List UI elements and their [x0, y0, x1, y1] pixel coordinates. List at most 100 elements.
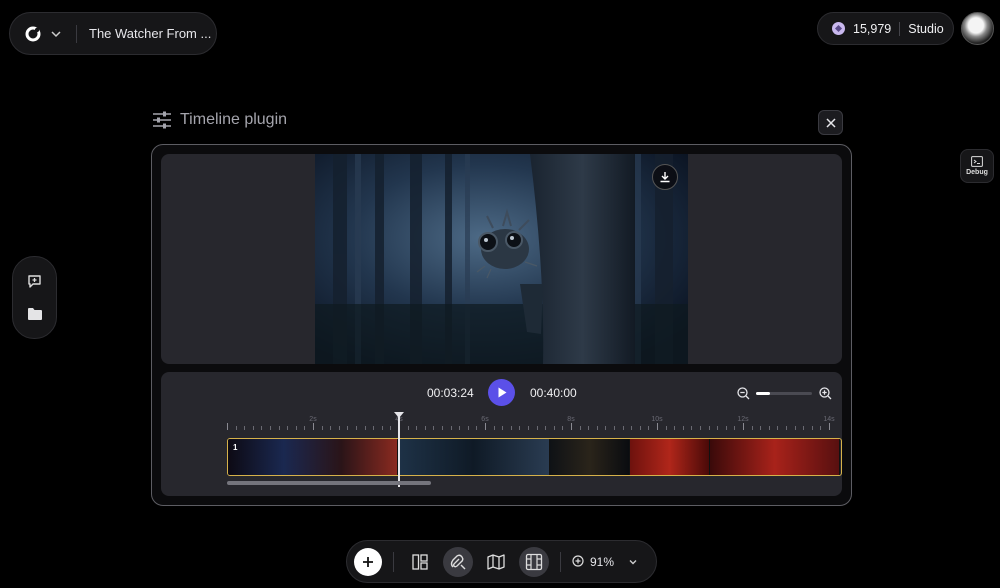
comment-add-icon: [28, 275, 41, 288]
ruler-tick: [390, 426, 392, 430]
terminal-icon: [971, 156, 983, 167]
debug-label: Debug: [966, 169, 988, 176]
ruler-label: 2s: [309, 416, 317, 423]
ruler-tick: [743, 423, 744, 430]
ruler-tick: [347, 426, 349, 430]
chevron-down-icon[interactable]: [628, 557, 638, 567]
ruler-tick: [708, 426, 710, 430]
ruler-tick: [700, 426, 701, 430]
chevron-down-icon[interactable]: [50, 28, 62, 40]
credits-badge[interactable]: 15,979 Studio: [817, 12, 954, 45]
ruler-tick: [665, 426, 667, 430]
track-clip[interactable]: [398, 439, 550, 475]
ruler-tick: [252, 426, 254, 430]
ruler-tick: [786, 426, 787, 430]
ruler-tick: [270, 426, 271, 430]
ruler-tick: [356, 426, 357, 430]
plus-icon: [363, 556, 373, 567]
download-button[interactable]: [652, 164, 678, 190]
assets-folder-tool[interactable]: [25, 304, 45, 324]
ruler-tick: [295, 426, 297, 430]
ruler-tick: [338, 426, 340, 430]
ruler-tick: [261, 426, 263, 430]
ruler-tick: [579, 426, 581, 430]
zoom-in-icon[interactable]: [819, 387, 832, 400]
ruler-tick: [424, 426, 426, 430]
map-button[interactable]: [481, 547, 511, 577]
ruler-tick: [768, 426, 770, 430]
ruler-tick: [639, 426, 641, 430]
ruler-tick: [321, 426, 323, 430]
ruler-tick: [278, 426, 280, 430]
ruler-tick: [820, 426, 822, 430]
ruler-tick: [725, 426, 727, 430]
track-clip[interactable]: [710, 439, 840, 475]
play-icon: [498, 387, 506, 398]
ruler-tick: [829, 423, 830, 430]
layout-grid-icon: [412, 553, 428, 570]
project-menu[interactable]: The Watcher From ...: [9, 12, 217, 55]
current-time: 00:03:24: [427, 386, 474, 400]
ruler-tick: [717, 426, 719, 430]
folder-icon: [27, 307, 42, 320]
playhead[interactable]: [394, 412, 404, 487]
video-frame[interactable]: [315, 154, 688, 364]
ruler-tick: [235, 426, 237, 430]
ruler-tick: [510, 426, 512, 430]
ruler-label: 10s: [651, 416, 663, 423]
playhead-handle[interactable]: [394, 412, 404, 418]
ruler-tick: [622, 426, 624, 430]
ruler-tick: [493, 426, 495, 430]
ruler-tick: [381, 426, 383, 430]
filmstrip-icon: [525, 553, 543, 570]
layout-button[interactable]: [405, 547, 435, 577]
ruler-tick: [553, 426, 555, 430]
debug-button[interactable]: Debug: [960, 149, 994, 183]
ruler-tick: [373, 426, 375, 430]
clip-number: 1: [233, 443, 238, 452]
close-button[interactable]: [818, 110, 843, 135]
zoom-slider-fill: [756, 392, 770, 395]
video-preview: [161, 154, 842, 364]
track-clip[interactable]: [630, 439, 710, 475]
studio-label[interactable]: Studio: [908, 22, 943, 36]
ruler-tick: [519, 426, 521, 430]
total-time: 00:40:00: [530, 386, 577, 400]
ruler-tick: [571, 423, 572, 430]
video-track[interactable]: 1: [227, 438, 842, 476]
ruler-label: 6s: [481, 416, 489, 423]
credits-count: 15,979: [853, 21, 892, 36]
ruler-tick: [562, 426, 564, 430]
ruler-tick: [450, 426, 452, 430]
add-button[interactable]: [354, 547, 382, 576]
ruler-tick: [734, 426, 736, 430]
timeline-tool-button[interactable]: [443, 546, 473, 577]
filmstrip-button[interactable]: [519, 546, 549, 577]
canvas-zoom-control[interactable]: 91%: [572, 555, 638, 569]
zoom-slider[interactable]: [756, 392, 812, 395]
comment-tool[interactable]: [25, 271, 45, 291]
ruler-tick: [605, 426, 607, 430]
zoom-out-icon[interactable]: [737, 387, 750, 400]
time-ruler[interactable]: 2s4s6s8s10s12s14s: [227, 416, 842, 430]
ruler-tick: [777, 426, 779, 430]
ruler-tick: [330, 426, 332, 430]
ruler-tick: [545, 426, 547, 430]
ruler-tick: [442, 426, 443, 430]
ruler-tick: [476, 426, 478, 430]
ruler-tick: [536, 426, 538, 430]
track-clip[interactable]: 1: [228, 439, 398, 475]
ruler-tick: [760, 426, 762, 430]
timeline-scrollbar[interactable]: [227, 481, 431, 485]
ruler-tick: [364, 426, 366, 430]
ruler-tick: [691, 426, 693, 430]
ruler-tick: [502, 426, 504, 430]
divider: [560, 551, 561, 572]
divider: [899, 21, 901, 36]
ruler-tick: [811, 426, 813, 430]
timeline-editor: 00:03:24 00:40:00 2s4s6s8s10s12s14s 1: [161, 372, 842, 496]
play-button[interactable]: [488, 379, 515, 406]
track-clip[interactable]: [550, 439, 630, 475]
project-title[interactable]: The Watcher From ...: [89, 26, 211, 41]
avatar[interactable]: [961, 12, 994, 45]
